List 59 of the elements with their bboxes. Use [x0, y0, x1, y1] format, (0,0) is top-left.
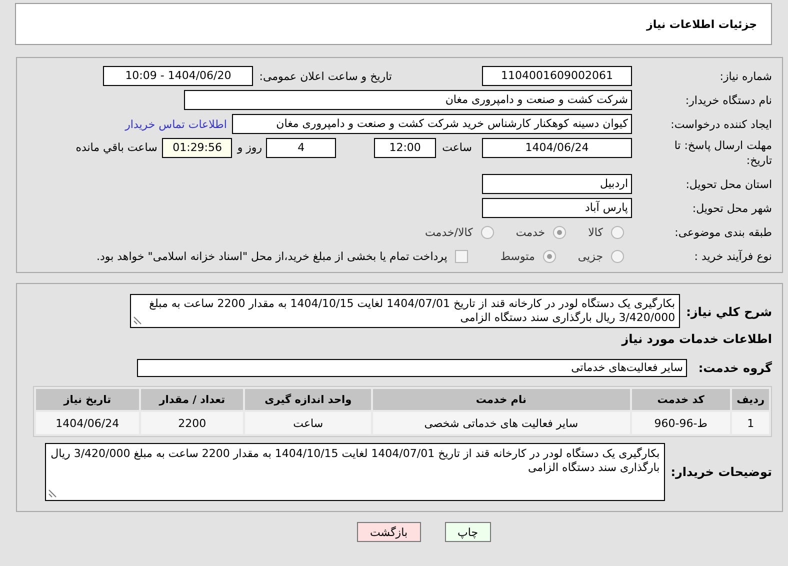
column-header: تاریخ نیاز: [36, 389, 139, 410]
radio-button[interactable]: [553, 226, 566, 238]
contact-link[interactable]: اطلاعات تماس خریدار: [125, 118, 227, 130]
deadline-time-field: 12:00: [374, 138, 436, 158]
column-header: واحد اندازه گیری: [245, 389, 371, 410]
field-label: شماره نیاز:: [718, 70, 772, 82]
resize-grip-icon[interactable]: [133, 316, 142, 325]
table-cell: 1: [732, 412, 769, 434]
buyer-notes-text: بکارگیری یک دستگاه لودر در کارخانه قند از تاریخ 1404/07/01 لغایت 1404/10/15 به مقدار 2200 ساعت به مبلغ 3/420/000 ریال بارگذاری سند دستگاه الزامی: [44, 443, 665, 501]
field-label: مهلت ارسال پاسخ: تا تاریخ:: [673, 138, 772, 168]
field-label: ایجاد کننده درخواست:: [670, 118, 772, 130]
radio-button[interactable]: [611, 250, 624, 262]
need-number-field: 1104001609002061: [482, 66, 632, 86]
remaining-time-field: 01:29:56: [162, 138, 232, 158]
table-cell: سایر فعالیت های خدماتی شخصی: [372, 412, 630, 434]
field-label: شرح کلي نياز:: [686, 305, 772, 319]
field-label: نوع فرآیند خرید :: [693, 250, 772, 262]
field-label: تاریخ و ساعت اعلان عمومی:: [259, 70, 392, 82]
days-field: 4: [266, 138, 336, 158]
back-button[interactable]: بازگشت: [356, 522, 421, 542]
checkbox-label: پرداخت تمام یا بخشی از مبلغ خرید،از محل "اسناد خزانه اسلامی" خواهد بود.: [96, 250, 448, 262]
field-label: طبقه بندی موضوعی:: [674, 226, 772, 238]
field-label: استان محل تحویل:: [684, 178, 772, 190]
city-field: پارس آباد: [482, 198, 632, 218]
radio-label: متوسط: [500, 250, 535, 262]
column-header: تعداد / مقدار: [140, 389, 244, 410]
table-cell: 1404/06/24: [36, 412, 139, 434]
radio-label: خدمت: [516, 226, 546, 238]
province-field: اردبیل: [482, 174, 632, 194]
service-group-field: سایر فعالیت‌های خدماتی: [137, 359, 687, 377]
field-label: شهر محل تحویل:: [691, 202, 772, 214]
deadline-date-field: 1404/06/24: [482, 138, 632, 158]
field-label: نام دستگاه خریدار:: [684, 94, 772, 106]
page-header: جزئیات اطلاعات نیاز: [15, 3, 772, 45]
field-label: توضیحات خریدار:: [670, 465, 772, 479]
resize-grip-icon[interactable]: [48, 489, 57, 498]
radio-button[interactable]: [480, 226, 494, 238]
announce-date-field: 1404/06/20 - 10:09: [103, 66, 254, 86]
field-label: روز و: [237, 141, 262, 154]
column-header: نام خدمت: [372, 389, 630, 410]
print-button[interactable]: چاپ: [444, 522, 492, 542]
section-heading: اطلاعات خدمات مورد نياز: [620, 332, 772, 346]
radio-label: کالا: [588, 226, 603, 238]
radio-label: کالا/خدمت: [425, 226, 473, 238]
field-label: ساعت باقي مانده: [76, 141, 158, 154]
table-cell: ساعت: [245, 412, 371, 434]
column-header: کد خدمت: [632, 389, 730, 410]
field-label: ساعت: [442, 141, 472, 154]
field-label: گروه خدمت:: [697, 361, 772, 375]
column-header: ردیف: [732, 389, 769, 410]
table-cell: 2200: [140, 412, 244, 434]
radio-button[interactable]: [542, 250, 556, 262]
buyer-org-field: شرکت کشت و صنعت و دامپروری مغان: [184, 90, 632, 110]
requester-field: کیوان دسینه کوهکنار کارشناس خرید شرکت کشت و صنعت و دامپروری مغان: [232, 114, 632, 134]
checkbox[interactable]: [455, 250, 468, 262]
radio-label: جزیی: [578, 250, 603, 262]
radio-button[interactable]: [611, 226, 624, 238]
table-cell: ط-96-960: [632, 412, 730, 434]
description-text: بکارگیری یک دستگاه لودر در کارخانه قند از تاریخ 1404/07/01 لغایت 1404/10/15 به مقدار 2200 ساعت به مبلغ 3/420/000 ریال بارگذاری سند دستگاه الزامی: [130, 294, 680, 328]
